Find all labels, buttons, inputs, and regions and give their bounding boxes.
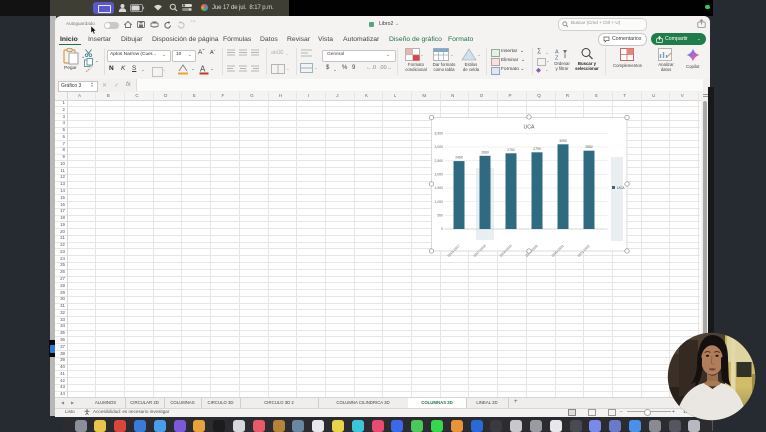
- svg-text:Z: Z: [555, 56, 559, 61]
- svg-text:3,000: 3,000: [435, 145, 444, 149]
- svg-text:2,500: 2,500: [435, 159, 444, 163]
- svg-text:1,500: 1,500: [435, 186, 444, 190]
- svg-text:2852: 2852: [585, 145, 593, 149]
- svg-text:3,500: 3,500: [435, 132, 444, 136]
- svg-text:3090: 3090: [559, 139, 567, 143]
- svg-text:2790: 2790: [533, 147, 541, 151]
- svg-text:A: A: [200, 65, 206, 74]
- svg-text:UCA: UCA: [524, 125, 535, 131]
- svg-text:UCA: UCA: [617, 186, 625, 190]
- svg-text:2752: 2752: [507, 148, 515, 152]
- svg-text:2460: 2460: [455, 156, 463, 160]
- svg-text:0: 0: [441, 227, 443, 231]
- svg-text:1,000: 1,000: [435, 200, 444, 204]
- svg-text:2,000: 2,000: [435, 173, 444, 177]
- svg-text:2660: 2660: [481, 150, 489, 154]
- svg-text:500: 500: [437, 214, 443, 218]
